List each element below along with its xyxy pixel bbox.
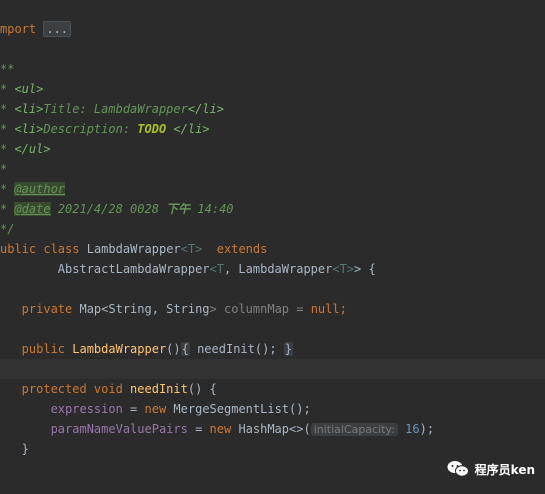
javadoc-tag: @date (14, 202, 51, 216)
code-line[interactable]: private Map<String, String> columnMap = … (0, 299, 545, 319)
code-line[interactable]: protected void needInit() { (0, 379, 545, 399)
code-text: ); (419, 422, 435, 436)
html-tag: </ul> (14, 142, 51, 156)
code-line[interactable]: * <ul> (0, 79, 545, 99)
folded-imports[interactable]: ... (43, 21, 72, 37)
keyword: private (0, 302, 80, 316)
doc-star: * (0, 202, 15, 216)
folded-block-close[interactable]: } (283, 342, 294, 356)
html-tag: </li> (187, 102, 224, 116)
code-line[interactable]: ublic class LambdaWrapper<T> extends (0, 239, 545, 259)
code-text: , LambdaWrapper (223, 262, 333, 276)
code-line[interactable]: AbstractLambdaWrapper<T, LambdaWrapper<T… (0, 259, 545, 279)
code-text: needInit(); (189, 342, 284, 356)
keyword: protected void (0, 382, 131, 396)
doc-star: * (0, 122, 15, 136)
keyword: new (144, 402, 174, 416)
keyword: new (209, 422, 239, 436)
doc-text: 14:40 (190, 202, 234, 216)
code-line[interactable]: mport ... (0, 19, 545, 39)
field-name: paramNameValuePairs (0, 422, 188, 436)
doc-star: * (0, 102, 15, 116)
code-line[interactable]: * <li>Title: LambdaWrapper</li> (0, 99, 545, 119)
parameter-hint: initialCapacity: (310, 423, 398, 436)
folded-block-open[interactable]: { (180, 342, 190, 356)
html-tag: </li> (166, 122, 210, 136)
doc-comment: */ (0, 222, 15, 236)
type-parameter: <T> (180, 242, 203, 256)
todo-marker: TODO (137, 122, 167, 136)
wechat-icon (447, 461, 469, 477)
code-line[interactable]: * (0, 159, 545, 179)
keyword: null (310, 302, 340, 316)
code-line[interactable]: * <li>Description: TODO </li> (0, 119, 545, 139)
superclass-name: AbstractLambdaWrapper (0, 262, 210, 276)
code-text: = (122, 402, 145, 416)
number-literal: 16 (397, 422, 420, 436)
doc-star: * (0, 142, 15, 156)
code-text: } (0, 442, 29, 456)
code-line[interactable]: ** (0, 59, 545, 79)
html-tag: <li> (14, 122, 44, 136)
code-text: ; (339, 302, 347, 316)
keyword: mport (0, 22, 37, 36)
javadoc-tag: @author (14, 182, 66, 196)
method-name: needInit (130, 382, 188, 396)
keyword: ublic (0, 242, 44, 256)
code-text: HashMap<>( (238, 422, 311, 436)
doc-text: Description: (43, 122, 138, 136)
doc-comment: * (0, 162, 8, 176)
watermark: 程序员ken (447, 460, 535, 478)
code-text: MergeSegmentList(); (173, 402, 311, 416)
html-tag: <ul> (14, 82, 44, 96)
unused-field: columnMap = (216, 302, 311, 316)
code-editor[interactable]: mport ... ** * <ul> * <li>Title: LambdaW… (0, 0, 545, 494)
html-tag: <li> (14, 102, 44, 116)
keyword: class (43, 242, 87, 256)
field-name: expression (0, 402, 123, 416)
code-line[interactable]: public LambdaWrapper(){ needInit(); } (0, 339, 545, 359)
class-name: LambdaWrapper (86, 242, 181, 256)
doc-star: * (0, 82, 15, 96)
doc-text: 2021/4/28 0028 (50, 202, 167, 216)
doc-comment: ** (0, 62, 15, 76)
watermark-label: 程序员ken (474, 462, 535, 477)
type-parameter: <T> (332, 262, 355, 276)
code-line[interactable]: */ (0, 219, 545, 239)
code-text: () (166, 342, 181, 356)
code-line[interactable]: * </ul> (0, 139, 545, 159)
doc-bold-text: 下午 (166, 202, 191, 216)
code-text: () { (187, 382, 217, 396)
doc-text: Title: LambdaWrapper (43, 102, 188, 116)
keyword: public (0, 342, 73, 356)
code-text: Map<String, String (79, 302, 210, 316)
doc-star: * (0, 182, 15, 196)
code-line[interactable]: } (0, 439, 545, 459)
keyword: extends (202, 242, 268, 256)
code-line[interactable]: * @author (0, 179, 545, 199)
code-text: > { (354, 262, 376, 276)
code-text: = (187, 422, 210, 436)
constructor-name: LambdaWrapper (72, 342, 167, 356)
code-line[interactable]: paramNameValuePairs = new HashMap<>(init… (0, 419, 545, 439)
type-parameter: <T (209, 262, 224, 276)
current-line[interactable] (0, 359, 545, 379)
code-line[interactable]: expression = new MergeSegmentList(); (0, 399, 545, 419)
code-line[interactable]: * @date 2021/4/28 0028 下午 14:40 (0, 199, 545, 219)
code-text: > (209, 302, 217, 316)
